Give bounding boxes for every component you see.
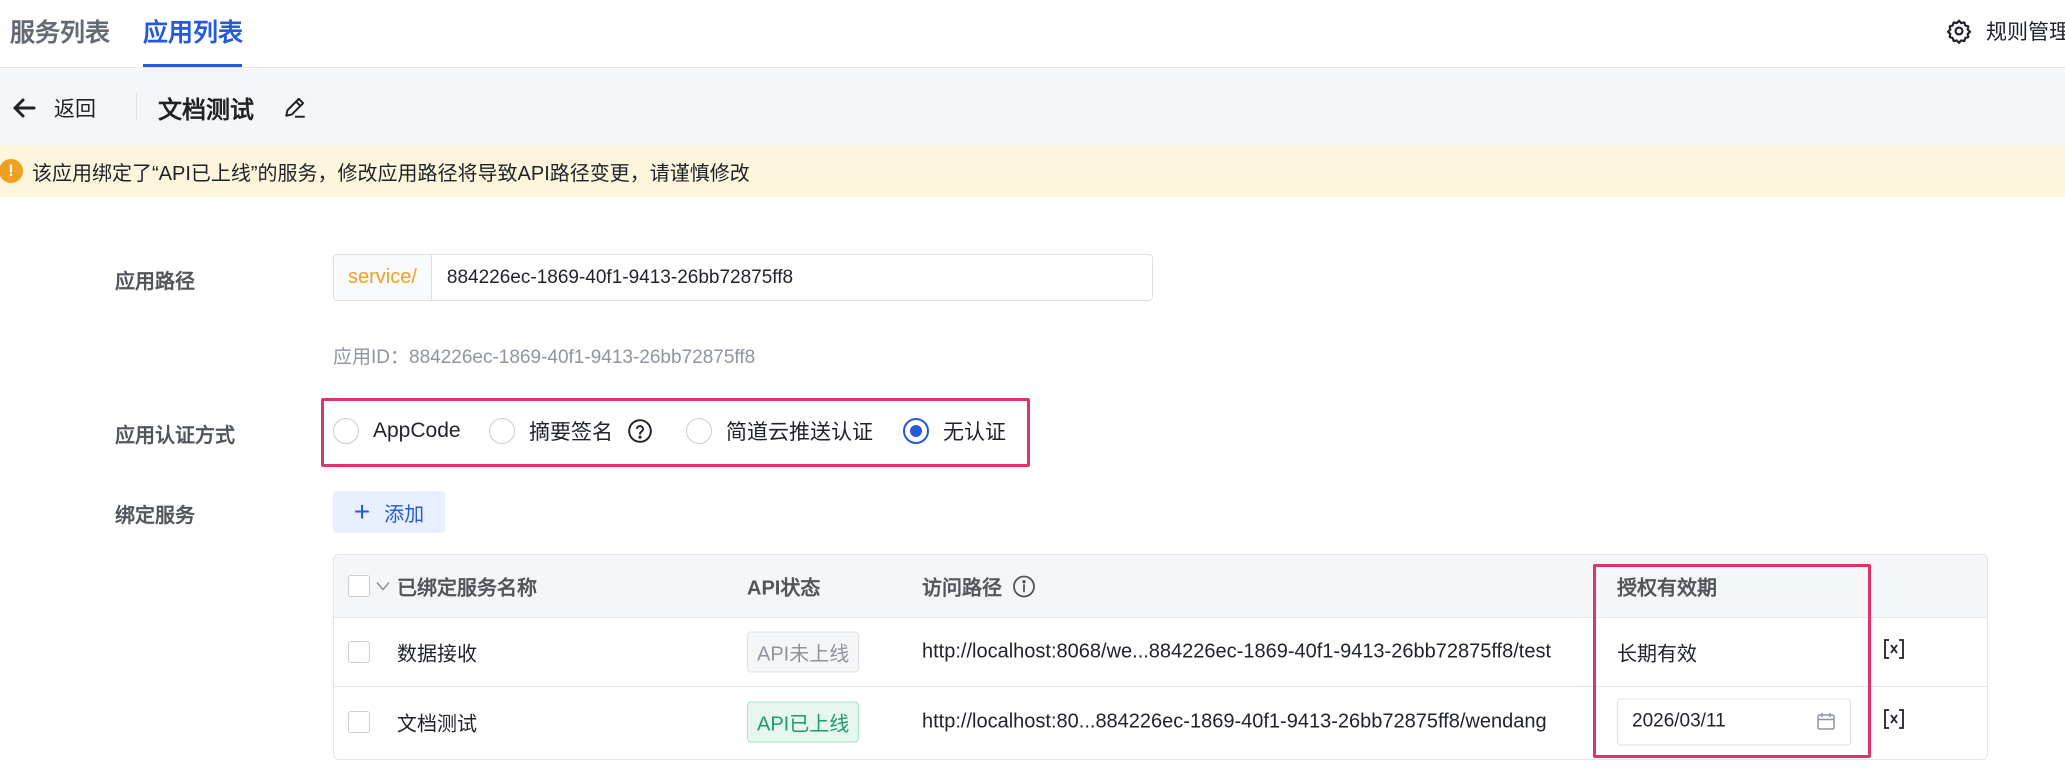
sub-header: 返回 文档测试 <box>0 69 2065 145</box>
add-label: 添加 <box>384 503 425 526</box>
validity-date-picker[interactable]: 2026/03/11 <box>1617 698 1851 745</box>
radio-jiandaoyun-push[interactable]: 简道云推送认证 <box>686 416 873 446</box>
add-service-button[interactable]: + 添加 <box>333 491 445 533</box>
table-row: 文档测试 API已上线 http://localhost:80...884226… <box>334 687 1987 756</box>
header-access-path: 访问路径 <box>922 572 1036 601</box>
top-tab-bar: 服务列表 应用列表 规则管理 <box>0 0 2065 68</box>
date-input[interactable]: 2026/03/11 <box>1617 698 1851 745</box>
warning-banner: ! 该应用绑定了“API已上线”的服务，修改应用路径将导致API路径变更，请谨慎… <box>0 145 2065 197</box>
info-icon[interactable] <box>1012 574 1036 598</box>
back-label: 返回 <box>54 98 96 121</box>
back-button[interactable]: 返回 <box>12 93 96 123</box>
active-tab-indicator <box>143 64 242 67</box>
radio-digest-signature[interactable]: 摘要签名 <box>489 416 653 446</box>
radio-label: AppCode <box>373 419 461 442</box>
rules-management-label: 规则管理 <box>1986 21 2065 44</box>
service-name: 文档测试 <box>397 713 477 735</box>
service-name: 数据接收 <box>397 643 477 666</box>
header-auth-validity: 授权有效期 <box>1617 577 1717 600</box>
help-icon[interactable] <box>627 418 653 444</box>
tab-app-list[interactable]: 应用列表 <box>143 13 243 49</box>
unbind-button[interactable] <box>1882 637 1906 667</box>
chevron-down-icon[interactable] <box>376 575 390 598</box>
row-checkbox[interactable] <box>348 710 370 733</box>
plus-icon: + <box>353 496 371 527</box>
radio-appcode[interactable]: AppCode <box>333 418 461 444</box>
warning-message: 该应用绑定了“API已上线”的服务，修改应用路径将导致API路径变更，请谨慎修改 <box>32 162 750 185</box>
app-id-text: 应用ID：884226ec-1869-40f1-9413-26bb72875ff… <box>333 347 756 368</box>
radio-circle-checked[interactable] <box>903 418 929 444</box>
unbind-button[interactable] <box>1882 707 1906 737</box>
header-service-name: 已绑定服务名称 <box>397 577 537 600</box>
auth-method-label: 应用认证方式 <box>115 425 235 447</box>
gear-icon <box>1946 19 1972 44</box>
header-api-status: API状态 <box>747 577 821 600</box>
access-path: http://localhost:8068/we...884226ec-1869… <box>922 640 1551 663</box>
app-path-label: 应用路径 <box>115 271 195 293</box>
rules-management-button[interactable]: 规则管理 <box>1946 16 2065 46</box>
unbind-icon <box>1884 708 1904 729</box>
bound-services-table: 已绑定服务名称 API状态 访问路径 授权有效期 数据接收 API未上线 htt… <box>333 554 1988 760</box>
radio-label: 无认证 <box>943 421 1006 444</box>
table-header: 已绑定服务名称 API状态 访问路径 授权有效期 <box>334 555 1987 618</box>
radio-circle[interactable] <box>333 418 359 444</box>
tab-service-list[interactable]: 服务列表 <box>10 13 110 49</box>
arrow-left-icon <box>13 98 36 118</box>
edit-title-button[interactable] <box>282 94 308 125</box>
header-access-path-label: 访问路径 <box>922 577 1002 600</box>
validity-text: 长期有效 <box>1617 643 1697 666</box>
radio-label: 摘要签名 <box>529 421 613 444</box>
bind-service-label: 绑定服务 <box>115 505 195 527</box>
radio-label: 简道云推送认证 <box>726 421 873 444</box>
radio-circle[interactable] <box>489 418 515 444</box>
radio-circle[interactable] <box>686 418 712 444</box>
edit-icon <box>285 97 305 118</box>
status-badge: API未上线 <box>747 631 860 673</box>
radio-no-auth[interactable]: 无认证 <box>903 416 1006 446</box>
status-badge: API已上线 <box>747 701 860 742</box>
date-value: 2026/03/11 <box>1632 710 1726 732</box>
warning-icon: ! <box>0 159 23 183</box>
access-path: http://localhost:80...884226ec-1869-40f1… <box>922 710 1547 732</box>
unbind-icon <box>1884 639 1904 659</box>
page-title: 文档测试 <box>158 97 254 124</box>
app-path-prefix: service/ <box>334 255 432 300</box>
select-all-checkbox[interactable] <box>348 575 370 597</box>
app-path-input[interactable]: service/ 884226ec-1869-40f1-9413-26bb728… <box>333 254 1153 301</box>
row-checkbox[interactable] <box>348 641 370 663</box>
app-path-value[interactable]: 884226ec-1869-40f1-9413-26bb72875ff8 <box>432 267 793 289</box>
table-row: 数据接收 API未上线 http://localhost:8068/we...8… <box>334 618 1987 687</box>
divider <box>136 93 137 119</box>
calendar-icon <box>1817 713 1835 730</box>
